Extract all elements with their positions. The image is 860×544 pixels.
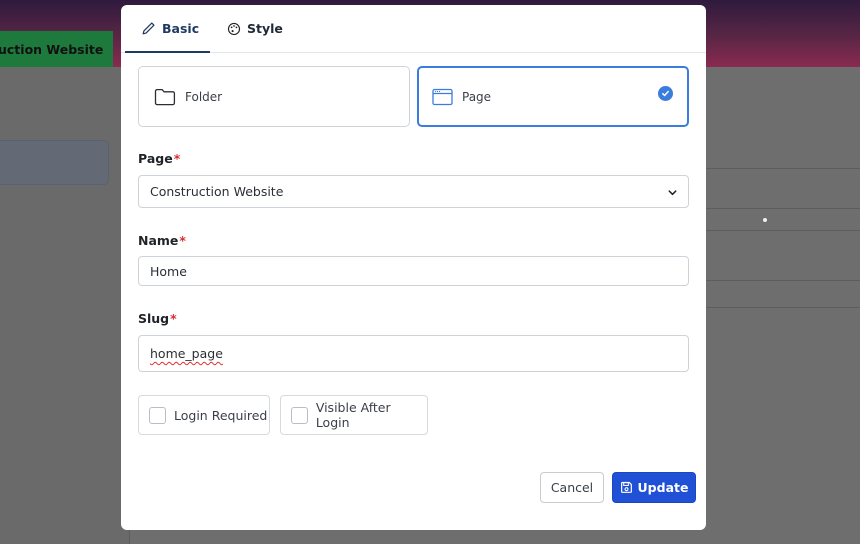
check-circle-icon: [658, 86, 673, 101]
slug-label-text: Slug: [138, 311, 170, 326]
visible-after-login-checkbox[interactable]: Visible After Login: [280, 395, 428, 435]
cancel-button-label: Cancel: [550, 480, 594, 495]
type-option-page[interactable]: Page: [417, 66, 689, 127]
required-mark: *: [179, 233, 186, 248]
tab-style-label: Style: [247, 21, 283, 36]
browser-window-icon: [432, 88, 453, 106]
checkbox-square[interactable]: [291, 406, 308, 424]
row-divider: [706, 280, 860, 281]
required-mark: *: [173, 151, 181, 166]
update-button[interactable]: Update: [612, 472, 696, 503]
name-label-text: Name: [138, 233, 179, 248]
save-icon: [620, 481, 632, 493]
edit-page-modal: Basic Style Folder Page Page* Constructi…: [121, 5, 706, 530]
login-required-label: Login Required: [174, 407, 268, 423]
tab-basic[interactable]: Basic: [125, 5, 210, 53]
page-label-text: Page: [138, 151, 173, 166]
page-select[interactable]: Construction Website: [138, 175, 689, 208]
tab-basic-label: Basic: [162, 20, 200, 36]
type-option-label: Page: [462, 89, 492, 104]
project-selector-label: uction Website: [0, 41, 104, 57]
row-divider: [706, 230, 860, 231]
slug-input[interactable]: home_page: [138, 335, 689, 372]
cursor-dot: [763, 218, 767, 222]
folder-icon: [154, 88, 176, 106]
row-divider: [706, 307, 860, 308]
page-field-label: Page*: [138, 151, 180, 166]
visible-after-login-label: Visible After Login: [315, 400, 391, 430]
update-button-label: Update: [637, 480, 689, 495]
name-input[interactable]: Home: [138, 256, 689, 286]
slug-field-label: Slug*: [138, 311, 177, 326]
type-option-folder[interactable]: Folder: [138, 66, 410, 127]
row-divider: [706, 168, 860, 169]
name-field-label: Name*: [138, 233, 186, 248]
tab-style[interactable]: Style: [227, 5, 283, 52]
modal-tabs: Basic Style: [121, 5, 706, 53]
checkbox-square[interactable]: [149, 406, 166, 424]
required-mark: *: [170, 311, 177, 326]
type-option-label: Folder: [185, 89, 223, 104]
app-sidebar: [0, 67, 130, 544]
slug-input-value: home_page: [150, 346, 223, 361]
palette-icon: [227, 22, 241, 35]
row-divider: [706, 208, 860, 209]
pencil-icon: [142, 21, 155, 34]
page-select-value: Construction Website: [150, 184, 284, 199]
project-selector: uction Website ▼: [0, 31, 113, 67]
name-input-value: Home: [150, 263, 187, 279]
chevron-down-icon: [667, 186, 678, 201]
sidebar-card: [0, 140, 109, 185]
cancel-button[interactable]: Cancel: [540, 472, 604, 503]
login-required-checkbox[interactable]: Login Required: [138, 395, 270, 435]
